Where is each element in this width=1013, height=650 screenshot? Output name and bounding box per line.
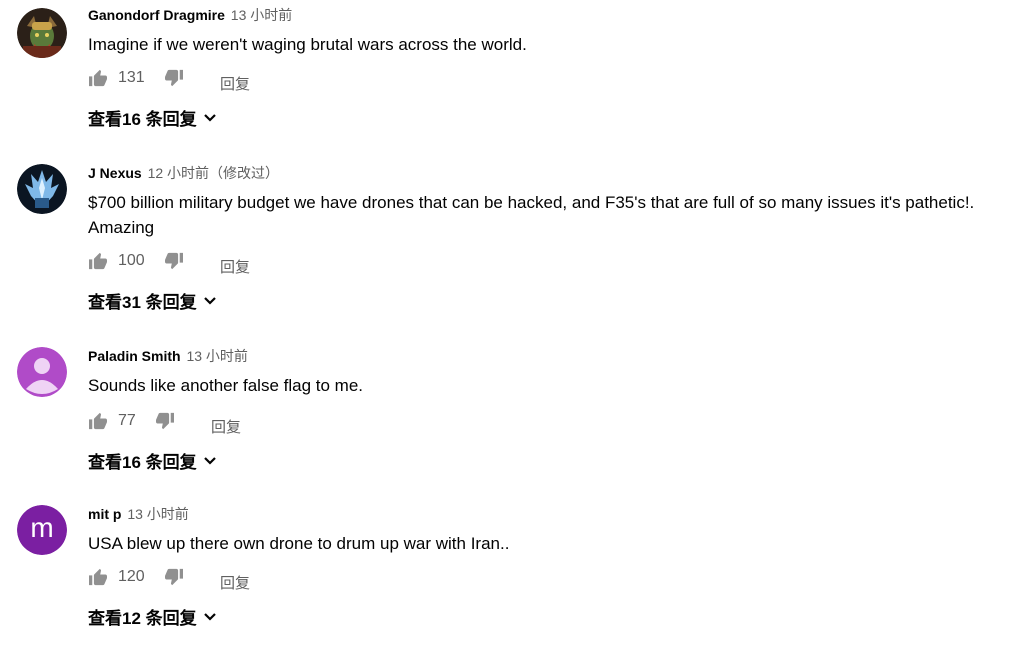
like-count: 77 (118, 412, 136, 429)
avatar[interactable] (17, 347, 67, 397)
thumb-up-icon (88, 412, 108, 430)
thumb-down-icon (164, 252, 184, 270)
dislike-button[interactable] (155, 412, 175, 430)
ganondorf-avatar-image (17, 8, 67, 58)
like-count: 100 (118, 252, 145, 269)
thumb-down-icon (164, 69, 184, 87)
like-button[interactable]: 131 (88, 69, 145, 87)
like-count: 120 (118, 568, 145, 585)
reply-button[interactable]: 回复 (220, 256, 250, 277)
view-replies-button[interactable]: 查看12 条回复 (88, 604, 1003, 629)
ice-crown-avatar-image (17, 164, 67, 214)
view-replies-label: 查看31 条回复 (88, 293, 197, 312)
comment-time[interactable]: 13 小时前 (186, 348, 247, 364)
view-replies-label: 查看12 条回复 (88, 609, 197, 628)
reply-button[interactable]: 回复 (211, 416, 241, 437)
comment-author[interactable]: Ganondorf Dragmire (88, 7, 225, 23)
comment-text: USA blew up there own drone to drum up w… (88, 534, 510, 553)
like-button[interactable]: 120 (88, 568, 145, 586)
avatar[interactable]: m (17, 505, 67, 555)
dislike-button[interactable] (164, 568, 184, 586)
thumb-down-icon (164, 568, 184, 586)
comment-text: $700 billion military budget we have dro… (88, 193, 975, 237)
reply-button[interactable]: 回复 (220, 73, 250, 94)
comment-author[interactable]: mit p (88, 506, 121, 522)
comment-time[interactable]: 13 小时前 (127, 506, 188, 522)
view-replies-label: 查看16 条回复 (88, 110, 197, 129)
chevron-down-icon (203, 291, 217, 311)
avatar[interactable] (17, 8, 67, 58)
comment-text: Sounds like another false flag to me. (88, 376, 363, 395)
comment-actions: 77 回复 (88, 412, 1003, 436)
comment-time[interactable]: 12 小时前（修改过） (148, 165, 279, 181)
thumb-up-icon (88, 69, 108, 87)
avatar[interactable] (17, 164, 67, 214)
comment-actions: 100 回复 (88, 252, 1003, 276)
comment-actions: 120 回复 (88, 568, 1003, 592)
like-count: 131 (118, 69, 145, 86)
comment-text: Imagine if we weren't waging brutal wars… (88, 35, 527, 54)
comment-time[interactable]: 13 小时前 (231, 7, 292, 23)
like-button[interactable]: 77 (88, 412, 136, 430)
dislike-button[interactable] (164, 69, 184, 87)
view-replies-button[interactable]: 查看31 条回复 (88, 288, 1003, 313)
reply-button[interactable]: 回复 (220, 572, 250, 593)
comment-actions: 131 回复 (88, 69, 1003, 93)
default-user-avatar-image (17, 347, 67, 397)
chevron-down-icon (203, 607, 217, 627)
view-replies-label: 查看16 条回复 (88, 453, 197, 472)
avatar-letter: m (30, 512, 54, 543)
thumb-up-icon (88, 252, 108, 270)
dislike-button[interactable] (164, 252, 184, 270)
comment-author[interactable]: J Nexus (88, 165, 142, 181)
thumb-up-icon (88, 568, 108, 586)
chevron-down-icon (203, 108, 217, 128)
chevron-down-icon (203, 451, 217, 471)
thumb-down-icon (155, 412, 175, 430)
like-button[interactable]: 100 (88, 252, 145, 270)
view-replies-button[interactable]: 查看16 条回复 (88, 105, 1003, 130)
comment-author[interactable]: Paladin Smith (88, 348, 181, 364)
view-replies-button[interactable]: 查看16 条回复 (88, 448, 1003, 473)
